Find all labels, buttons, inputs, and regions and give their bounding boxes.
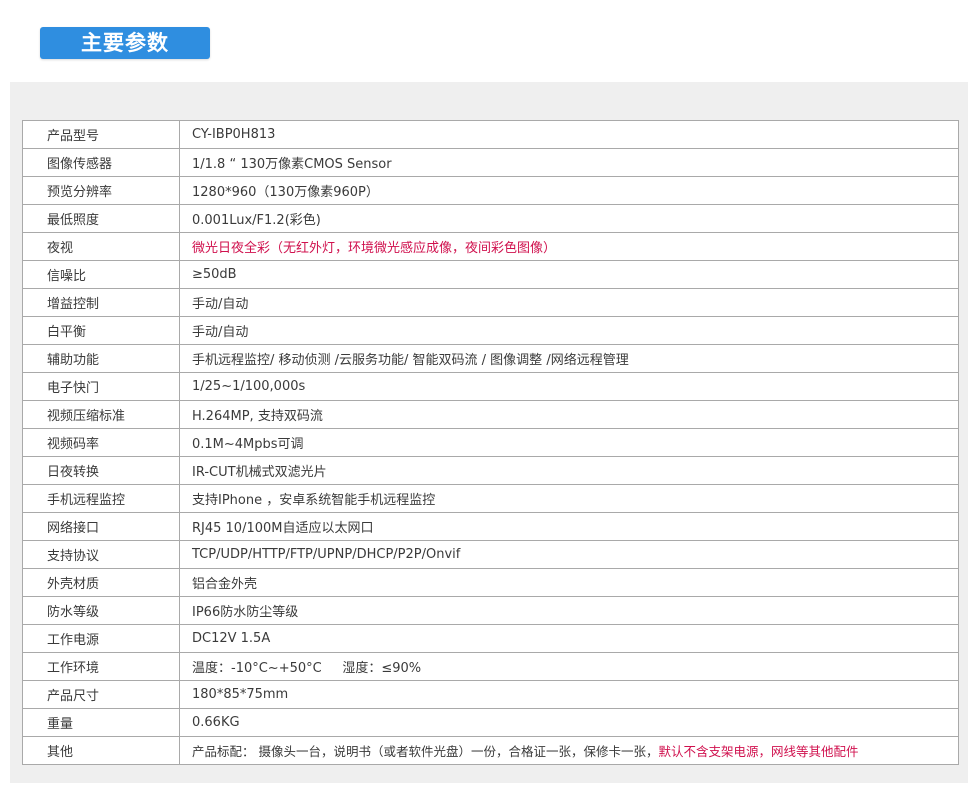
table-row: 视频码率 0.1M~4Mpbs可调 — [22, 428, 959, 457]
spec-value-highlight: 微光日夜全彩（无红外灯，环境微光感应成像，夜间彩色图像） — [192, 241, 557, 256]
page: 主要参数 产品型号 CY-IBP0H813 图像传感器 1/1.8 “ 130万… — [0, 0, 980, 787]
spec-value: H.264MP, 支持双码流 — [179, 400, 959, 429]
spec-table: 产品型号 CY-IBP0H813 图像传感器 1/1.8 “ 130万像素CMO… — [22, 120, 959, 765]
table-row: 图像传感器 1/1.8 “ 130万像素CMOS Sensor — [22, 148, 959, 177]
spec-value: IR-CUT机械式双滤光片 — [179, 456, 959, 485]
spec-value: ≥50dB — [179, 260, 959, 289]
spec-value: 0.66KG — [179, 708, 959, 737]
spec-label: 增益控制 — [22, 288, 180, 317]
table-row: 支持协议 TCP/UDP/HTTP/FTP/UPNP/DHCP/P2P/Onvi… — [22, 540, 959, 569]
table-row: 外壳材质 铝合金外壳 — [22, 568, 959, 597]
spec-label: 电子快门 — [22, 372, 180, 401]
spec-value: 1/1.8 “ 130万像素CMOS Sensor — [179, 148, 959, 177]
spec-label: 视频压缩标准 — [22, 400, 180, 429]
spec-label: 图像传感器 — [22, 148, 180, 177]
section-title-tab: 主要参数 — [40, 27, 210, 59]
spec-label: 白平衡 — [22, 316, 180, 345]
spec-value: TCP/UDP/HTTP/FTP/UPNP/DHCP/P2P/Onvif — [179, 540, 959, 569]
spec-label: 工作环境 — [22, 652, 180, 681]
spec-label: 网络接口 — [22, 512, 180, 541]
table-row: 其他 产品标配： 摄像头一台，说明书（或者软件光盘）一份，合格证一张，保修卡一张… — [22, 736, 959, 765]
spec-value-cell: 产品标配： 摄像头一台，说明书（或者软件光盘）一份，合格证一张，保修卡一张，默认… — [179, 736, 959, 765]
spec-label: 视频码率 — [22, 428, 180, 457]
spec-label: 外壳材质 — [22, 568, 180, 597]
table-row: 信噪比 ≥50dB — [22, 260, 959, 289]
spec-value: 0.1M~4Mpbs可调 — [179, 428, 959, 457]
table-row: 增益控制 手动/自动 — [22, 288, 959, 317]
spec-value: 0.001Lux/F1.2(彩色) — [179, 204, 959, 233]
spec-label: 产品型号 — [22, 120, 180, 149]
table-row: 防水等级 IP66防水防尘等级 — [22, 596, 959, 625]
table-row: 产品型号 CY-IBP0H813 — [22, 120, 959, 149]
spec-label: 预览分辨率 — [22, 176, 180, 205]
spec-value: 手动/自动 — [179, 316, 959, 345]
table-row: 预览分辨率 1280*960（130万像素960P） — [22, 176, 959, 205]
spec-value: CY-IBP0H813 — [179, 120, 959, 149]
spec-label: 其他 — [22, 736, 180, 765]
spec-value: 1280*960（130万像素960P） — [179, 176, 959, 205]
spec-value: 手机远程监控/ 移动侦测 /云服务功能/ 智能双码流 / 图像调整 /网络远程管… — [179, 344, 959, 373]
spec-label: 产品尺寸 — [22, 680, 180, 709]
table-row: 工作电源 DC12V 1.5A — [22, 624, 959, 653]
spec-value: 微光日夜全彩（无红外灯，环境微光感应成像，夜间彩色图像） — [179, 232, 959, 261]
spec-label: 防水等级 — [22, 596, 180, 625]
table-row: 视频压缩标准 H.264MP, 支持双码流 — [22, 400, 959, 429]
table-row: 日夜转换 IR-CUT机械式双滤光片 — [22, 456, 959, 485]
table-row: 辅助功能 手机远程监控/ 移动侦测 /云服务功能/ 智能双码流 / 图像调整 /… — [22, 344, 959, 373]
spec-value: 铝合金外壳 — [179, 568, 959, 597]
spec-label: 手机远程监控 — [22, 484, 180, 513]
spec-value: 1/25~1/100,000s — [179, 372, 959, 401]
spec-value: RJ45 10/100M自适应以太网口 — [179, 512, 959, 541]
table-row: 夜视 微光日夜全彩（无红外灯，环境微光感应成像，夜间彩色图像） — [22, 232, 959, 261]
spec-label: 工作电源 — [22, 624, 180, 653]
spec-value: 支持IPhone ，安卓系统智能手机远程监控 — [179, 484, 959, 513]
spec-label: 支持协议 — [22, 540, 180, 569]
table-row: 产品尺寸 180*85*75mm — [22, 680, 959, 709]
spec-label: 信噪比 — [22, 260, 180, 289]
spec-value: IP66防水防尘等级 — [179, 596, 959, 625]
table-row: 网络接口 RJ45 10/100M自适应以太网口 — [22, 512, 959, 541]
spec-value: 温度：-10°C~+50°C 湿度：≤90% — [179, 652, 959, 681]
spec-label: 辅助功能 — [22, 344, 180, 373]
spec-value-highlight: 默认不含支架电源，网线等其他配件 — [658, 744, 859, 759]
table-row: 重量 0.66KG — [22, 708, 959, 737]
spec-value: DC12V 1.5A — [179, 624, 959, 653]
table-row: 电子快门 1/25~1/100,000s — [22, 372, 959, 401]
spec-value: 180*85*75mm — [179, 680, 959, 709]
spec-label: 日夜转换 — [22, 456, 180, 485]
table-row: 手机远程监控 支持IPhone ，安卓系统智能手机远程监控 — [22, 484, 959, 513]
spec-label: 重量 — [22, 708, 180, 737]
spec-label: 最低照度 — [22, 204, 180, 233]
spec-value: 产品标配： 摄像头一台，说明书（或者软件光盘）一份，合格证一张，保修卡一张， — [192, 744, 659, 759]
spec-value: 手动/自动 — [179, 288, 959, 317]
spec-label: 夜视 — [22, 232, 180, 261]
table-row: 工作环境 温度：-10°C~+50°C 湿度：≤90% — [22, 652, 959, 681]
table-row: 白平衡 手动/自动 — [22, 316, 959, 345]
table-row: 最低照度 0.001Lux/F1.2(彩色) — [22, 204, 959, 233]
